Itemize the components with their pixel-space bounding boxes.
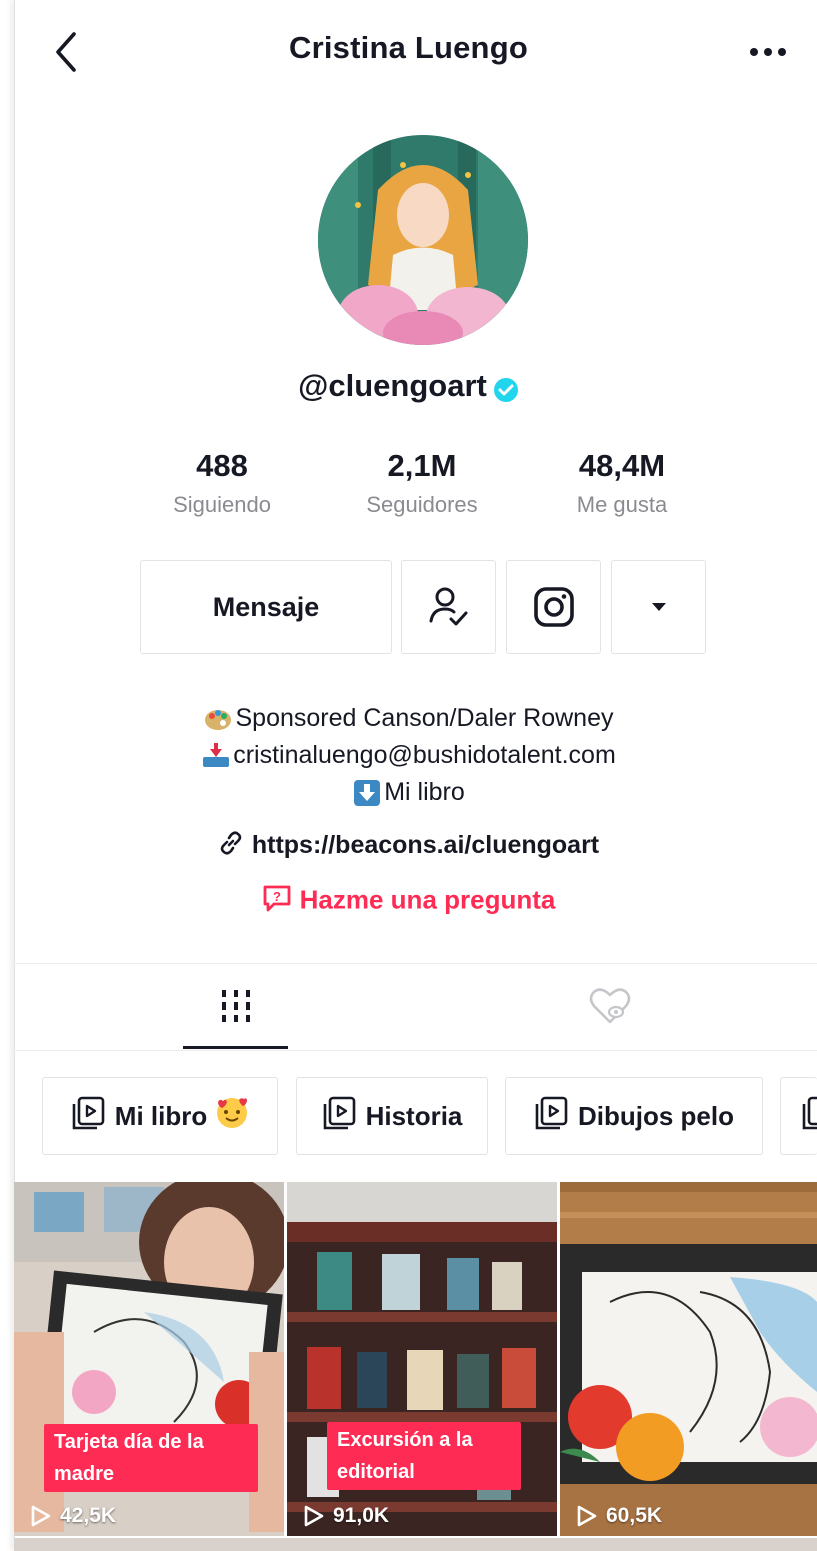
profile-link-text: https://beacons.ai/cluengoart (251, 831, 600, 860)
video-preview-image (560, 1182, 817, 1536)
divider (14, 963, 817, 964)
playlist-icon (801, 1096, 817, 1137)
more-horizontal-icon (750, 48, 786, 56)
ask-question-button[interactable]: ? Hazme una pregunta (0, 884, 817, 919)
play-outline-icon (31, 1505, 51, 1527)
verified-badge-icon (493, 375, 519, 402)
view-count: 42,5K (30, 1504, 116, 1528)
username: @cluengoart (298, 368, 487, 403)
active-tab-indicator (183, 1046, 288, 1049)
video-thumbnail[interactable]: Tarjeta día de la madre 42,5K (14, 1182, 284, 1536)
view-count: 60,5K (576, 1504, 662, 1528)
inbox-tray-emoji-icon (201, 743, 231, 769)
playlist-icon (322, 1096, 356, 1137)
down-arrow-emoji-icon (352, 780, 382, 807)
question-box-icon: ? (262, 884, 292, 919)
bio-line: Sponsored Canson/Daler Rowney (0, 700, 817, 737)
likes-count: 48,4M (578, 448, 666, 483)
page-title: Cristina Luengo (289, 30, 528, 65)
bio: Sponsored Canson/Daler Rowney cristinalu… (0, 700, 817, 811)
profile-link[interactable]: https://beacons.ai/cluengoart (0, 830, 817, 863)
playlist-label: Dibujos pelo (578, 1100, 734, 1131)
playlist-chip[interactable] (780, 1077, 817, 1155)
svg-text:?: ? (273, 889, 281, 904)
following-label: Siguiendo (173, 492, 271, 517)
likes-label: Me gusta (576, 492, 668, 517)
video-thumbnail[interactable]: 60,5K (560, 1182, 817, 1536)
more-actions-dropdown[interactable] (611, 560, 706, 654)
video-thumbnail[interactable]: Excursión a la editorial 91,0K (287, 1182, 557, 1536)
following-stat[interactable]: 488 Siguiendo (122, 448, 322, 518)
following-count: 488 (196, 448, 248, 483)
followers-stat[interactable]: 2,1M Seguidores (322, 448, 522, 518)
following-button[interactable] (401, 560, 496, 654)
instagram-button[interactable] (506, 560, 601, 654)
grid-icon (222, 990, 250, 1022)
avatar-illustration (318, 135, 528, 345)
likes-stat[interactable]: 48,4M Me gusta (522, 448, 722, 518)
instagram-icon (533, 587, 574, 627)
message-button[interactable]: Mensaje (140, 560, 392, 654)
followers-label: Seguidores (366, 492, 478, 517)
playlist-label: Mi libro (114, 1100, 208, 1131)
username-row: @cluengoart (0, 368, 817, 404)
playlist-chip[interactable]: Historia (296, 1077, 488, 1155)
divider (14, 1050, 817, 1051)
playlist-icon (534, 1096, 568, 1137)
playlist-chip[interactable]: Dibujos pelo (505, 1077, 763, 1155)
video-caption: Tarjeta día de la madre (44, 1424, 258, 1492)
liked-hidden-icon (589, 988, 631, 1024)
more-options-button[interactable] (746, 36, 796, 66)
ask-question-label: Hazme una pregunta (299, 884, 556, 915)
view-count: 91,0K (303, 1504, 389, 1528)
avatar[interactable] (318, 135, 528, 345)
link-icon (218, 830, 244, 863)
followers-count: 2,1M (387, 448, 457, 483)
palette-emoji-icon (204, 706, 234, 732)
playlist-label: Historia (365, 1100, 463, 1131)
bio-line: Mi libro (0, 774, 817, 811)
smiling-hearts-emoji-icon (215, 1096, 249, 1137)
play-outline-icon (577, 1505, 597, 1527)
playlist-icon (71, 1096, 105, 1137)
tab-liked[interactable] (580, 985, 640, 1027)
video-caption: Excursión a la editorial (327, 1422, 521, 1490)
bio-line: cristinaluengo@bushidotalent.com (0, 737, 817, 774)
caret-down-icon (651, 603, 666, 611)
next-row-preview (14, 1538, 817, 1551)
person-check-icon (429, 587, 467, 626)
play-outline-icon (304, 1505, 324, 1527)
tab-videos[interactable] (206, 985, 266, 1027)
playlist-chip[interactable]: Mi libro (42, 1077, 278, 1155)
